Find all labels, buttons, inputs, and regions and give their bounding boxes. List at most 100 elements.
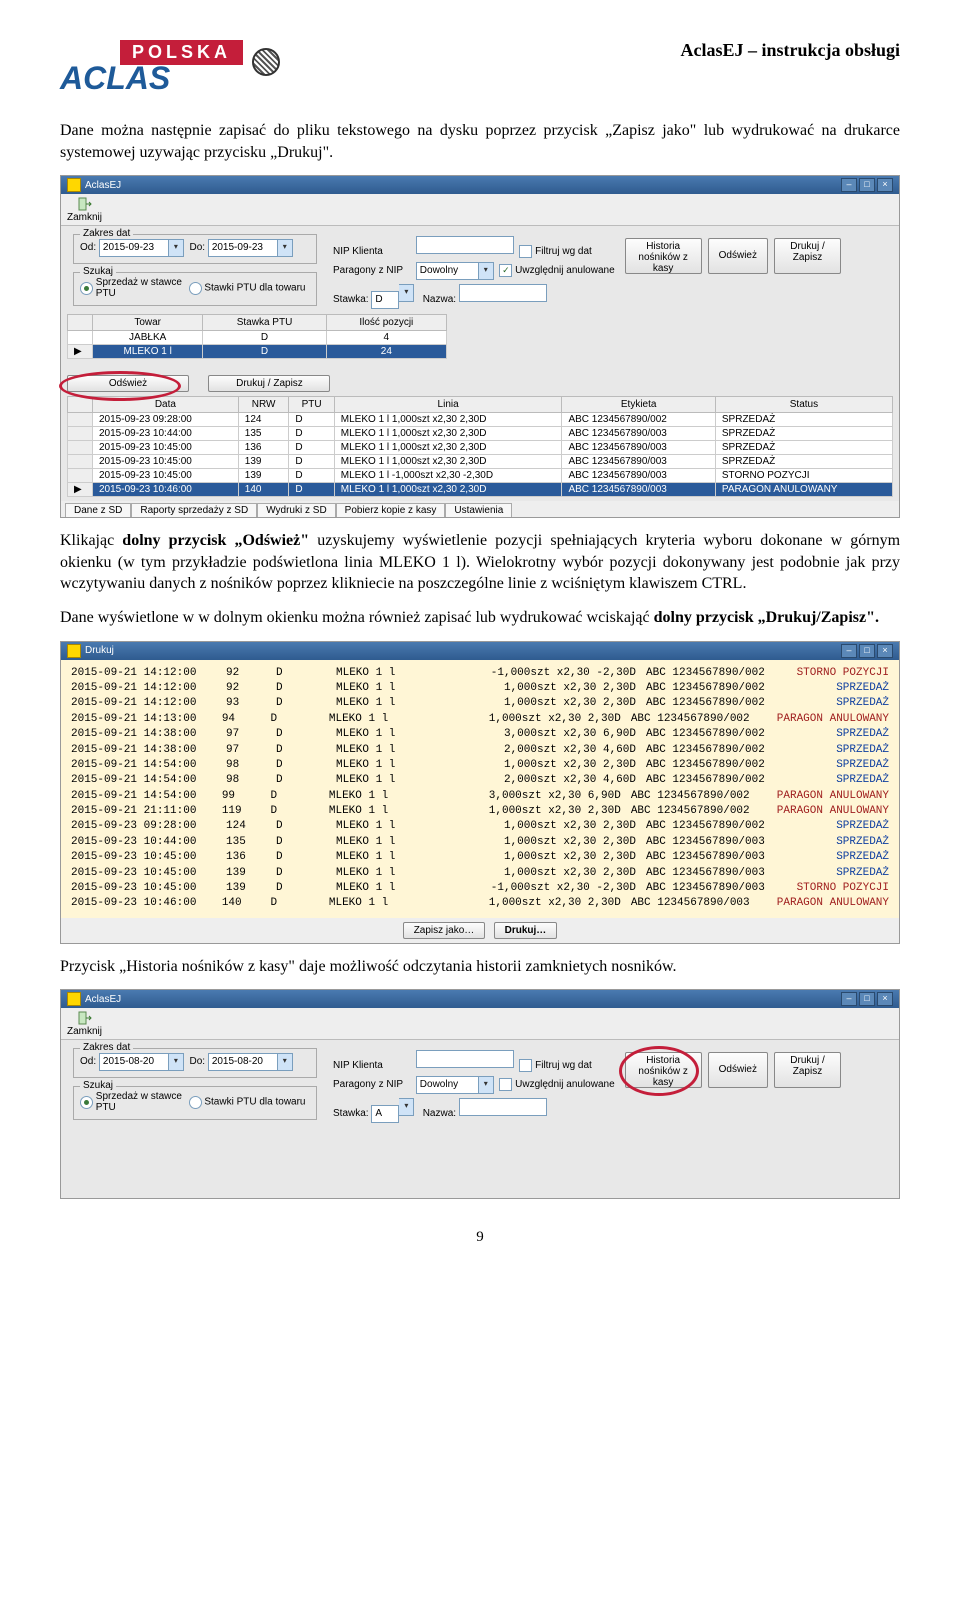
drukuj-zapisz-button-lower[interactable]: Drukuj / Zapisz [208, 375, 330, 392]
minimize-icon[interactable]: – [841, 178, 857, 192]
odswiez-button[interactable]: Odśwież [708, 1052, 768, 1088]
table-row[interactable]: 2015-09-23 10:45:00139DMLEKO 1 l 1,000sz… [68, 455, 893, 469]
drukuj-zapisz-button[interactable]: Drukuj / Zapisz [774, 238, 841, 274]
stawka-label: Stawka: [333, 294, 369, 305]
uwzg-checkbox[interactable]: ✓ [499, 264, 512, 277]
table-row-selected[interactable]: ▶ MLEKO 1 l D 24 [68, 345, 447, 359]
paragony-select[interactable]: Dowolny [416, 1076, 479, 1094]
chevron-down-icon[interactable]: ▾ [399, 1098, 414, 1116]
list-item: 2015-09-21 14:12:0092DMLEKO 1 l-1,000szt… [71, 666, 889, 681]
logo: POLSKA ACLAS [60, 40, 260, 100]
table-row[interactable]: 2015-09-23 09:28:00124DMLEKO 1 l 1,000sz… [68, 413, 893, 427]
radio-stawki[interactable] [189, 1096, 202, 1109]
stawka-select[interactable]: A [371, 1105, 399, 1123]
od-input[interactable]: 2015-08-20 [99, 1053, 169, 1071]
window-title: AclasEJ [85, 180, 121, 191]
maximize-icon[interactable]: □ [859, 992, 875, 1006]
close-icon[interactable]: × [877, 644, 893, 658]
close-button-label[interactable]: Zamknij [67, 212, 102, 223]
nazwa-input[interactable] [459, 284, 547, 302]
chevron-down-icon[interactable]: ▾ [169, 239, 184, 257]
col-data: Data [93, 397, 239, 413]
list-item: 2015-09-23 09:28:00124DMLEKO 1 l1,000szt… [71, 819, 889, 834]
col-linia: Linia [334, 397, 562, 413]
chevron-down-icon[interactable]: ▾ [479, 1076, 494, 1094]
table-row[interactable]: 2015-09-23 10:45:00139DMLEKO 1 l -1,000s… [68, 469, 893, 483]
od-label: Od: [80, 1056, 96, 1067]
table-row[interactable]: JABŁKA D 4 [68, 331, 447, 345]
list-item: 2015-09-21 14:13:0094DMLEKO 1 l1,000szt … [71, 712, 889, 727]
list-item: 2015-09-23 10:46:00140DMLEKO 1 l1,000szt… [71, 896, 889, 911]
col-ptu: PTU [289, 397, 334, 413]
table-row[interactable]: 2015-09-23 10:45:00136DMLEKO 1 l 1,000sz… [68, 441, 893, 455]
drukuj-zapisz-button[interactable]: Drukuj / Zapisz [774, 1052, 841, 1088]
maximize-icon[interactable]: □ [859, 178, 875, 192]
table-row[interactable]: ▶2015-09-23 10:46:00140DMLEKO 1 l 1,000s… [68, 483, 893, 497]
chevron-down-icon[interactable]: ▾ [399, 284, 414, 302]
tab-wydruki[interactable]: Wydruki z SD [257, 503, 335, 517]
do-input[interactable]: 2015-08-20 [208, 1053, 278, 1071]
doc-title: AclasEJ – instrukcja obsługi [680, 40, 900, 61]
maximize-icon[interactable]: □ [859, 644, 875, 658]
titlebar: AclasEJ – □ × [61, 990, 899, 1008]
paragraph-1: Dane można następnie zapisać do pliku te… [60, 120, 900, 163]
radio-sprzedaz[interactable] [80, 282, 93, 295]
table-row[interactable]: 2015-09-23 10:44:00135DMLEKO 1 l 1,000sz… [68, 427, 893, 441]
tab-raporty[interactable]: Raporty sprzedaży z SD [131, 503, 257, 517]
do-input[interactable]: 2015-09-23 [208, 239, 278, 257]
minimize-icon[interactable]: – [841, 992, 857, 1006]
list-item: 2015-09-21 14:38:0097DMLEKO 1 l3,000szt … [71, 727, 889, 742]
page-header: POLSKA ACLAS AclasEJ – instrukcja obsług… [60, 40, 900, 100]
tab-dane[interactable]: Dane z SD [65, 503, 131, 517]
tab-ustawienia[interactable]: Ustawienia [445, 503, 512, 517]
col-ilosc: Ilość pozycji [326, 315, 446, 331]
nazwa-label: Nazwa: [423, 1108, 456, 1119]
bottom-table[interactable]: Data NRW PTU Linia Etykieta Status 2015-… [67, 396, 893, 497]
nazwa-input[interactable] [459, 1098, 547, 1116]
od-input[interactable]: 2015-09-23 [99, 239, 169, 257]
chevron-down-icon[interactable]: ▾ [278, 1053, 293, 1071]
close-icon[interactable]: × [877, 992, 893, 1006]
close-button-label[interactable]: Zamknij [67, 1026, 102, 1037]
close-icon[interactable]: × [877, 178, 893, 192]
nip-input[interactable] [416, 1050, 514, 1068]
nip-label: NIP Klienta [333, 246, 413, 257]
zapisz-jako-button[interactable]: Zapisz jako… [403, 922, 486, 939]
list-item: 2015-09-21 14:54:0098DMLEKO 1 l2,000szt … [71, 773, 889, 788]
nip-input[interactable] [416, 236, 514, 254]
chevron-down-icon[interactable]: ▾ [479, 262, 494, 280]
filtr-checkbox[interactable] [519, 1059, 532, 1072]
chevron-down-icon[interactable]: ▾ [169, 1053, 184, 1071]
list-item: 2015-09-21 14:54:0098DMLEKO 1 l1,000szt … [71, 758, 889, 773]
radio-stawki[interactable] [189, 282, 202, 295]
stawka-label: Stawka: [333, 1108, 369, 1119]
stawka-select[interactable]: D [371, 291, 399, 309]
top-table[interactable]: Towar Stawka PTU Ilość pozycji JABŁKA D … [67, 314, 447, 359]
paragraph-4: Przycisk „Historia nośników z kasy" daje… [60, 956, 900, 978]
drukuj-button[interactable]: Drukuj… [494, 922, 558, 939]
historia-button[interactable]: Historia nośników z kasy [625, 238, 702, 274]
col-stawka: Stawka PTU [203, 315, 326, 331]
odswiez-button[interactable]: Odśwież [708, 238, 768, 274]
tab-pobierz[interactable]: Pobierz kopie z kasy [336, 503, 446, 517]
zakres-legend: Zakres dat [80, 228, 133, 239]
minimize-icon[interactable]: – [841, 644, 857, 658]
filtr-checkbox[interactable] [519, 245, 532, 258]
odswiez-button-lower[interactable]: Odśwież [67, 375, 189, 392]
historia-button[interactable]: Historia nośników z kasy [625, 1052, 702, 1088]
filtr-label: Filtruj wg dat [535, 1060, 592, 1071]
od-label: Od: [80, 242, 96, 253]
radio-sprzedaz-label: Sprzedaż w stawce PTU [96, 277, 186, 299]
toolbar: Zamknij [61, 1008, 899, 1040]
paragraph-3: Dane wyświetlone w w dolnym okienku możn… [60, 607, 900, 629]
list-item: 2015-09-21 21:11:00119DMLEKO 1 l1,000szt… [71, 804, 889, 819]
radio-sprzedaz[interactable] [80, 1096, 93, 1109]
paragony-select[interactable]: Dowolny [416, 262, 479, 280]
nip-label: NIP Klienta [333, 1060, 413, 1071]
door-exit-icon[interactable] [77, 1010, 93, 1026]
chevron-down-icon[interactable]: ▾ [278, 239, 293, 257]
uwzg-checkbox[interactable] [499, 1078, 512, 1091]
door-exit-icon[interactable] [77, 196, 93, 212]
zakres-legend: Zakres dat [80, 1042, 133, 1053]
app-icon [67, 178, 81, 192]
